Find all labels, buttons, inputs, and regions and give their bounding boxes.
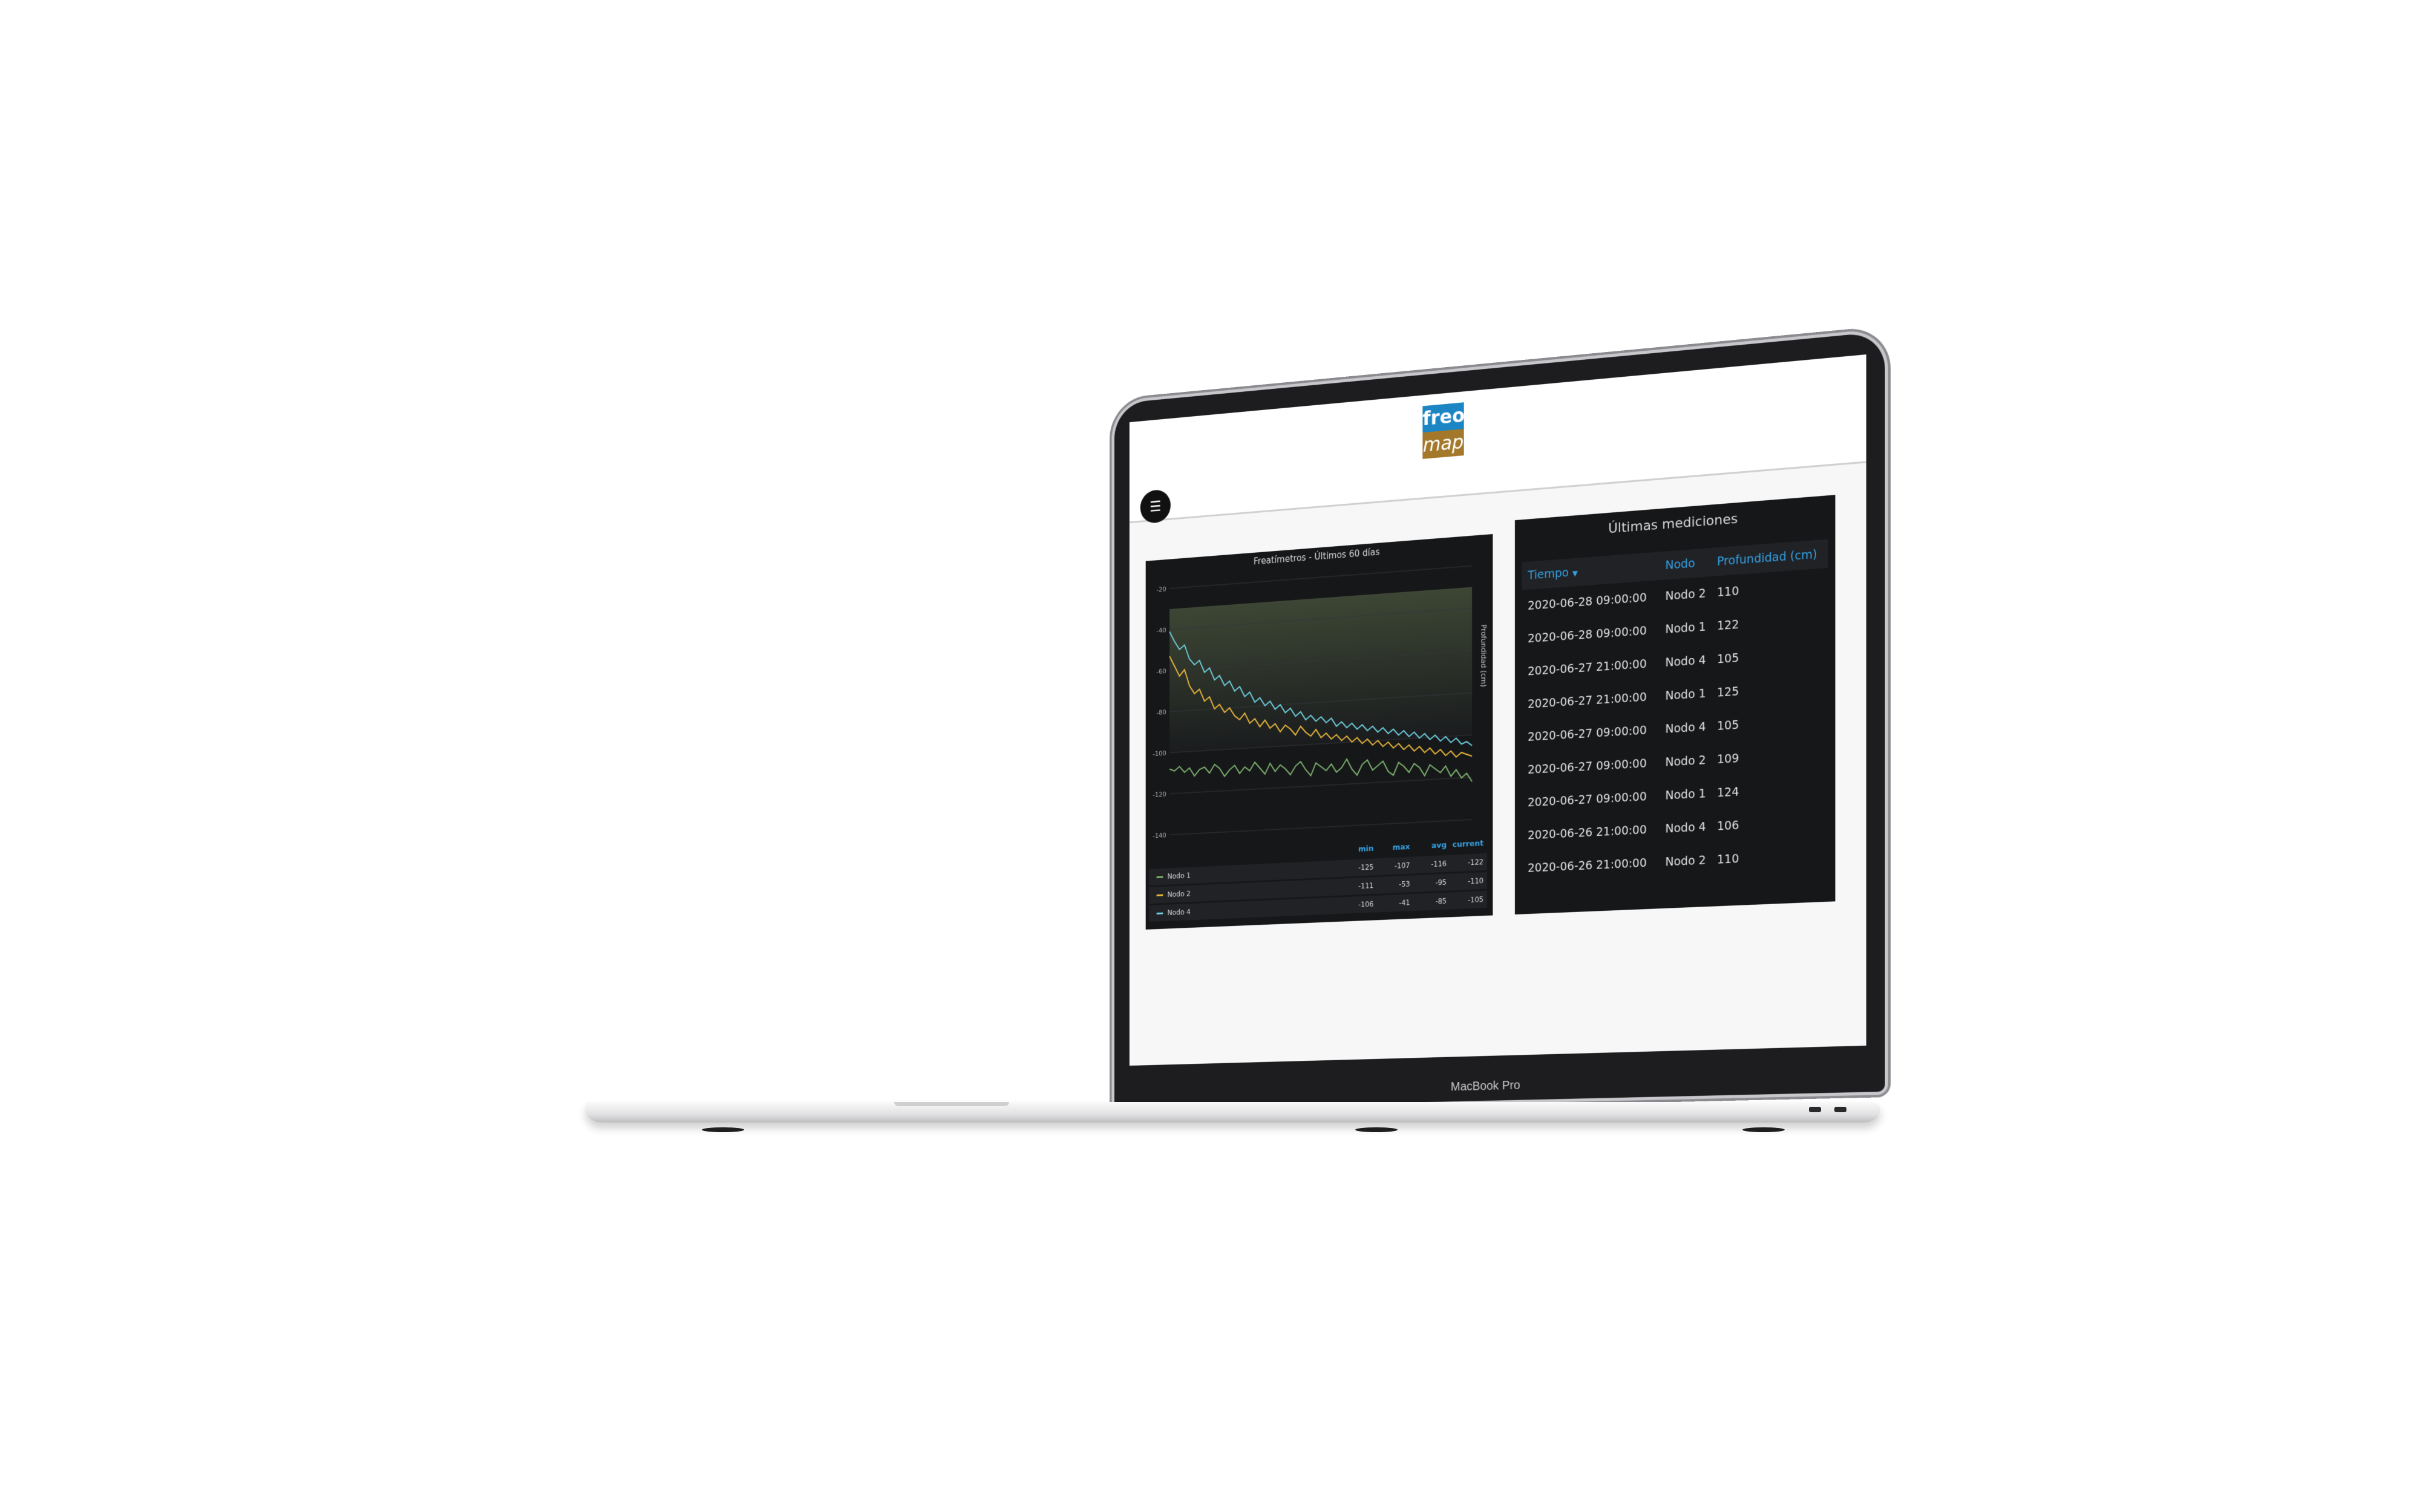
measurements-table: Tiempo ▼ Nodo Profundidad (cm) 2020-06-28… xyxy=(1522,539,1828,885)
logo-text-top: freo xyxy=(1422,402,1463,432)
cell-profundidad: 109 xyxy=(1711,737,1828,777)
column-label: Tiempo xyxy=(1528,566,1569,582)
table-panel: Últimas mediciones Tiempo ▼ Nodo Profundi… xyxy=(1515,495,1836,914)
cell-nodo: Nodo 1 xyxy=(1660,610,1711,647)
table-title: Últimas mediciones xyxy=(1515,495,1836,544)
cell-nodo: Nodo 1 xyxy=(1660,777,1711,812)
cell-tiempo: 2020-06-26 21:00:00 xyxy=(1522,846,1659,885)
legend-col-avg: avg xyxy=(1413,840,1450,851)
y-tick-label: -100 xyxy=(1153,750,1166,758)
legend-series-name: Nodo 4 xyxy=(1168,908,1191,917)
top-bar: freo map xyxy=(1130,354,1866,523)
legend-series-name: Nodo 2 xyxy=(1168,890,1191,899)
y-gridline xyxy=(1169,777,1472,793)
plot-area-background xyxy=(1169,587,1472,753)
cell-nodo: Nodo 1 xyxy=(1660,677,1711,713)
device-label: MacBook Pro xyxy=(1114,1070,1885,1103)
usb-c-port xyxy=(1809,1107,1821,1112)
base-notch xyxy=(894,1102,1009,1106)
cell-nodo: Nodo 4 xyxy=(1660,643,1711,680)
legend-swatch xyxy=(1157,894,1163,896)
legend-current: -110 xyxy=(1450,876,1487,887)
y-tick-label: -140 xyxy=(1153,832,1166,839)
legend-col-current: current xyxy=(1450,838,1487,849)
legend-max: -41 xyxy=(1377,898,1413,908)
y-gridline xyxy=(1169,820,1472,835)
y-tick-label: -60 xyxy=(1157,668,1166,676)
laptop-foot xyxy=(1742,1127,1785,1132)
usb-c-port xyxy=(1834,1107,1846,1112)
line-chart: -20 -40 -60 -80 -100 -120 -140 Profundidad (cm) xyxy=(1148,552,1490,847)
cell-nodo: Nodo 4 xyxy=(1660,710,1711,746)
legend-col-max: max xyxy=(1377,842,1413,853)
laptop-lid: freo map ☰ Freatímetros - Últimos 60 día… xyxy=(1114,331,1885,1109)
cell-profundidad: 110 xyxy=(1711,838,1828,876)
legend-max: -53 xyxy=(1377,879,1413,890)
legend-current: -105 xyxy=(1450,895,1487,905)
cell-nodo: Nodo 4 xyxy=(1660,810,1711,846)
cell-nodo: Nodo 2 xyxy=(1660,743,1711,780)
legend-swatch xyxy=(1157,912,1163,914)
cell-nodo: Nodo 2 xyxy=(1660,576,1711,613)
cell-profundidad: 106 xyxy=(1711,804,1828,844)
legend-avg: -116 xyxy=(1413,859,1450,870)
legend-min: -106 xyxy=(1341,900,1377,910)
column-header-nodo[interactable]: Nodo xyxy=(1660,548,1711,580)
legend-avg: -85 xyxy=(1413,896,1450,906)
legend-col-min: min xyxy=(1341,844,1377,855)
legend-min: -125 xyxy=(1341,862,1377,873)
laptop-foot xyxy=(702,1127,744,1132)
series-line-nodo-1 xyxy=(1169,750,1472,798)
laptop-mockup: freo map ☰ Freatímetros - Últimos 60 día… xyxy=(0,0,2420,1512)
legend-avg: -95 xyxy=(1413,878,1450,888)
logo-text-bottom: map xyxy=(1422,429,1463,459)
legend-min: -111 xyxy=(1341,881,1377,891)
legend-max: -107 xyxy=(1377,861,1413,872)
caret-down-icon: ▼ xyxy=(1572,569,1578,578)
chart-panel: Freatímetros - Últimos 60 días -20 -40 -60… xyxy=(1146,534,1493,930)
app-screen: freo map ☰ Freatímetros - Últimos 60 día… xyxy=(1130,354,1866,1066)
y-tick-label: -40 xyxy=(1157,627,1166,634)
cell-profundidad: 124 xyxy=(1711,771,1828,810)
laptop-base xyxy=(586,1102,1880,1123)
legend-series-name: Nodo 1 xyxy=(1168,872,1191,881)
laptop-foot xyxy=(1355,1127,1398,1132)
y-tick-label: -120 xyxy=(1153,790,1166,798)
chart-legend: min max avg current Nodo 1 -125 -107 -11… xyxy=(1149,835,1487,922)
freomap-logo[interactable]: freo map xyxy=(1422,402,1463,460)
legend-swatch xyxy=(1157,876,1163,878)
cell-nodo: Nodo 2 xyxy=(1660,844,1711,879)
y-tick-label: -80 xyxy=(1157,709,1166,717)
y-axis-label: Profundidad (cm) xyxy=(1479,624,1488,687)
legend-current: -122 xyxy=(1450,858,1487,868)
y-tick-label: -20 xyxy=(1157,585,1166,593)
